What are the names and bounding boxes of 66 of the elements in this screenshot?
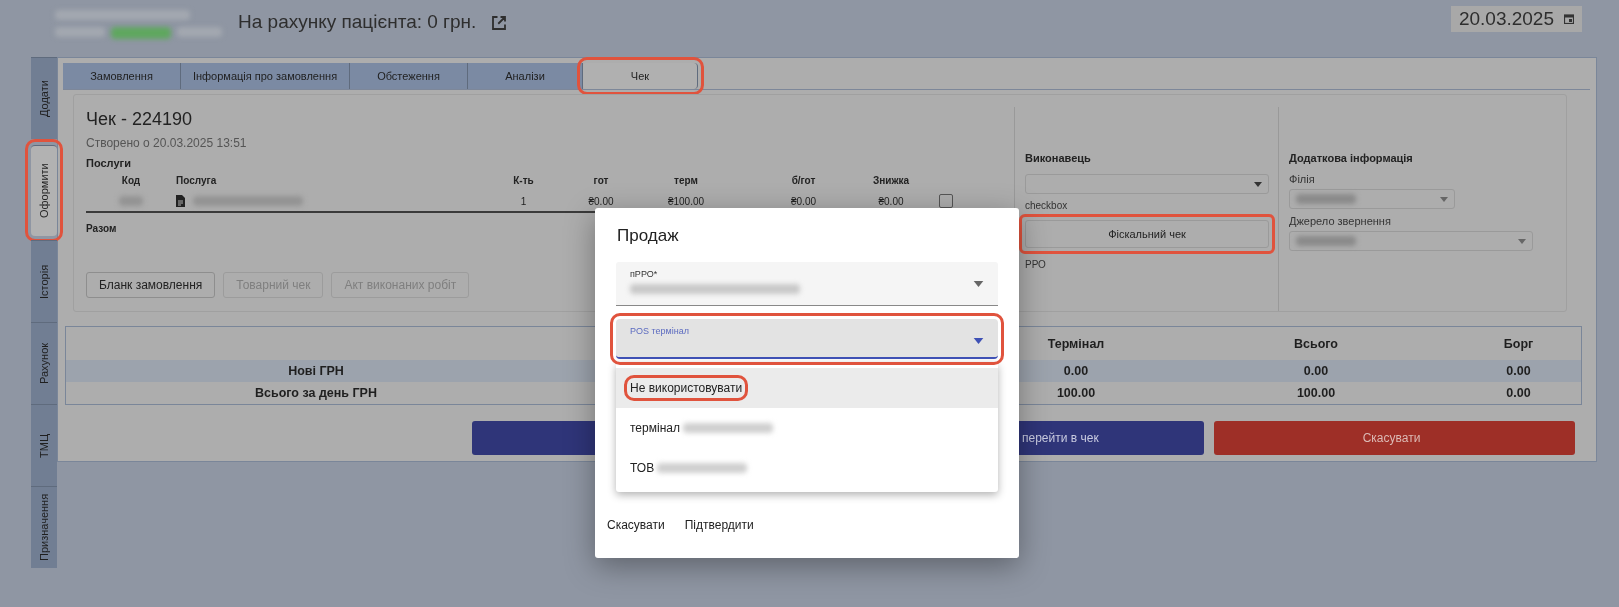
column-header: Знижка: [871, 174, 911, 186]
field-label: Джерело звернення: [1289, 215, 1391, 227]
side-tab[interactable]: Рахунок: [31, 322, 57, 404]
table-cell: 100.00: [1056, 386, 1096, 400]
caret-icon: [973, 281, 984, 287]
table-cell: 0.00: [1303, 364, 1329, 378]
table-cell-text: 1: [519, 195, 528, 207]
column-header: Борг: [1503, 336, 1534, 351]
table-cell-text: ₴0.00: [790, 195, 817, 207]
balance-text: На рахунку пацієнта: 0 грн.: [238, 11, 477, 33]
side-tab[interactable]: ТМЦ: [31, 404, 57, 486]
caret-icon: [1254, 181, 1262, 187]
calendar-icon: [1564, 14, 1574, 24]
dialog-title: Продаж: [617, 226, 680, 246]
side-tab[interactable]: Додати: [31, 57, 57, 139]
tab[interactable]: Обстеження: [350, 63, 468, 89]
caret-icon: [1440, 196, 1449, 202]
caret-icon: [1518, 238, 1527, 244]
fiscal-receipt-button[interactable]: Фіскальний чек: [1025, 220, 1269, 248]
row-label: Всього за день ГРН: [255, 386, 377, 400]
dropdown-field[interactable]: [1289, 189, 1456, 209]
table-cell-text: ₴0.00: [877, 195, 905, 207]
dropdown-field[interactable]: [1289, 231, 1534, 251]
table-cell-text: ₴0.00: [587, 195, 615, 207]
total-label: Разом: [86, 223, 117, 234]
column-header: б/гот: [790, 174, 817, 186]
rro-caption: РРО: [1025, 259, 1046, 270]
receipt-title: Чек - 224190: [86, 109, 193, 130]
side-tab[interactable]: Призначення: [31, 486, 57, 568]
field-label: Філія: [1289, 173, 1315, 185]
table-cell: 100.00: [1296, 386, 1336, 400]
column-header: К-ть: [512, 174, 535, 186]
column-header: Всього: [1294, 336, 1338, 351]
column-header: Код: [120, 174, 142, 186]
table-cell: 0.00: [1506, 386, 1531, 400]
tab[interactable]: Інформація про замовлення: [181, 63, 350, 89]
document-icon: [176, 195, 185, 207]
table-cell: 0.00: [1063, 364, 1089, 378]
section-heading: Виконавець: [1025, 152, 1091, 164]
section-heading: Додаткова інформація: [1289, 152, 1413, 164]
dialog-button[interactable]: Підтвердити: [684, 514, 754, 536]
checkbox-caption: checkbox: [1025, 200, 1068, 211]
cancel-button[interactable]: Скасувати: [1214, 421, 1575, 455]
tab[interactable]: Замовлення: [63, 63, 181, 89]
services-heading: Послуги: [86, 157, 132, 169]
executor-select[interactable]: [1025, 174, 1269, 194]
table-cell: 0.00: [1506, 364, 1531, 378]
column-header: Термінал: [1047, 336, 1105, 351]
action-button[interactable]: Бланк замовлення: [86, 272, 216, 298]
side-tab[interactable]: Історія: [31, 240, 57, 322]
row-label: Нові ГРН: [288, 364, 344, 378]
date-field[interactable]: 20.03.2025: [1450, 6, 1582, 32]
menu-option[interactable]: термінал: [616, 408, 998, 448]
column-header: Послуга: [176, 174, 218, 186]
dialog-button[interactable]: Скасувати: [607, 514, 665, 536]
menu-option[interactable]: Не використовувати: [616, 368, 998, 408]
status-badge: [111, 27, 171, 39]
open-in-new-icon[interactable]: [490, 14, 509, 32]
column-header: гот: [592, 174, 610, 186]
table-cell-text: ₴100.00: [666, 195, 706, 207]
tab[interactable]: Аналізи: [468, 63, 583, 89]
column-header: терм: [673, 174, 699, 186]
menu-option[interactable]: ТОВ: [616, 448, 998, 488]
caret-icon: [973, 338, 984, 344]
created-text: Створено о 20.03.2025 13:51: [86, 136, 248, 150]
select-field[interactable]: пРРО*: [616, 262, 998, 306]
